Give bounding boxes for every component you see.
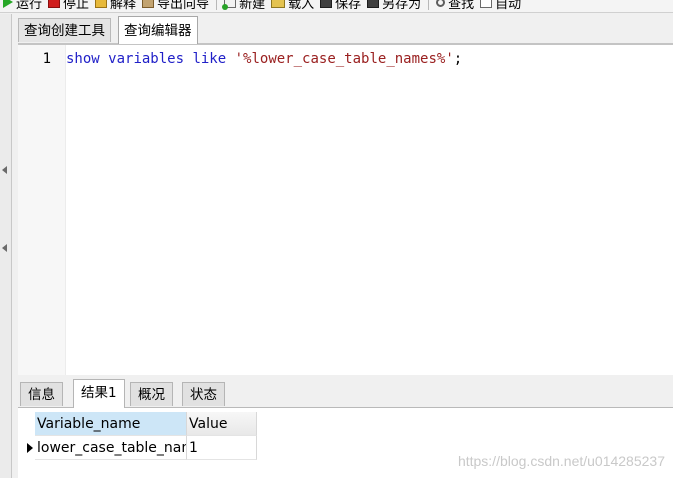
line-number: 1 bbox=[42, 51, 51, 67]
save-label: 保存 bbox=[335, 0, 362, 12]
autocomplete-icon bbox=[480, 0, 493, 8]
collapse-left-icon[interactable] bbox=[2, 244, 7, 252]
run-button[interactable]: 运行 bbox=[0, 0, 45, 12]
stop-button[interactable]: 停止 bbox=[45, 0, 92, 12]
new-icon bbox=[222, 0, 237, 10]
run-label: 运行 bbox=[16, 0, 43, 12]
explain-button[interactable]: 解释 bbox=[92, 0, 139, 12]
folder-icon bbox=[271, 0, 286, 8]
row-indicator-header bbox=[23, 412, 35, 436]
find-button[interactable]: 查找 bbox=[433, 0, 477, 12]
load-button[interactable]: 载入 bbox=[268, 0, 317, 12]
save-as-label: 另存为 bbox=[382, 0, 422, 12]
sql-string-literal: '%lower_case_table_names%' bbox=[234, 51, 454, 67]
sql-code-line[interactable]: show variables like '%lower_case_table_n… bbox=[66, 51, 462, 67]
tab-info[interactable]: 信息 bbox=[20, 382, 63, 406]
sql-keyword: like bbox=[192, 51, 227, 67]
result-tabbar: 信息 结果1 概况 状态 bbox=[18, 377, 673, 408]
find-label: 查找 bbox=[448, 0, 475, 12]
current-row-arrow-icon bbox=[27, 443, 33, 453]
save-as-button[interactable]: 另存为 bbox=[364, 0, 424, 12]
cell-variable-name[interactable]: lower_case_table_names bbox=[35, 436, 187, 460]
line-number-gutter: 1 bbox=[18, 45, 66, 375]
explain-icon bbox=[95, 0, 108, 8]
export-wizard-label: 导出向导 bbox=[157, 0, 210, 12]
sql-terminator: ; bbox=[453, 51, 463, 67]
new-label: 新建 bbox=[239, 0, 266, 12]
stop-label: 停止 bbox=[63, 0, 90, 12]
export-icon bbox=[142, 0, 155, 8]
export-wizard-button[interactable]: 导出向导 bbox=[139, 0, 212, 12]
row-indicator bbox=[23, 436, 35, 460]
toolbar: 运行 停止 解释 导出向导 新建 载入 保存 另存为 查找 自动 bbox=[0, 0, 673, 13]
new-button[interactable]: 新建 bbox=[221, 0, 268, 12]
watermark: https://blog.csdn.net/u014285237 bbox=[457, 453, 665, 469]
tab-status[interactable]: 状态 bbox=[182, 382, 225, 406]
save-button[interactable]: 保存 bbox=[317, 0, 364, 12]
table-row[interactable]: lower_case_table_names 1 bbox=[23, 436, 257, 460]
load-label: 载入 bbox=[288, 0, 315, 12]
autocomplete-button[interactable]: 自动 bbox=[477, 0, 524, 12]
query-tabbar: 查询创建工具 查询编辑器 bbox=[18, 16, 673, 44]
play-icon bbox=[3, 0, 13, 8]
sql-editor[interactable]: 1 show variables like '%lower_case_table… bbox=[18, 44, 673, 375]
tab-query-builder[interactable]: 查询创建工具 bbox=[18, 18, 111, 42]
save-as-icon bbox=[367, 0, 380, 8]
tab-profile[interactable]: 概况 bbox=[130, 382, 173, 406]
tab-result1[interactable]: 结果1 bbox=[73, 379, 125, 408]
sql-keyword: variables bbox=[108, 51, 185, 67]
toolbar-separator bbox=[216, 0, 218, 10]
column-header-value[interactable]: Value bbox=[187, 412, 257, 436]
toolbar-separator bbox=[428, 0, 430, 10]
tab-query-editor[interactable]: 查询编辑器 bbox=[118, 16, 198, 44]
cell-value[interactable]: 1 bbox=[187, 436, 257, 460]
search-icon bbox=[436, 0, 446, 7]
stop-icon bbox=[48, 0, 61, 8]
autocomplete-label: 自动 bbox=[495, 0, 522, 12]
sql-keyword: show bbox=[66, 51, 100, 67]
save-icon bbox=[320, 0, 333, 8]
grid-header-row: Variable_name Value bbox=[23, 412, 257, 436]
explain-label: 解释 bbox=[110, 0, 137, 12]
side-panel-splitter[interactable] bbox=[0, 14, 12, 478]
column-header-variable-name[interactable]: Variable_name bbox=[35, 412, 187, 436]
collapse-left-icon[interactable] bbox=[2, 166, 7, 174]
